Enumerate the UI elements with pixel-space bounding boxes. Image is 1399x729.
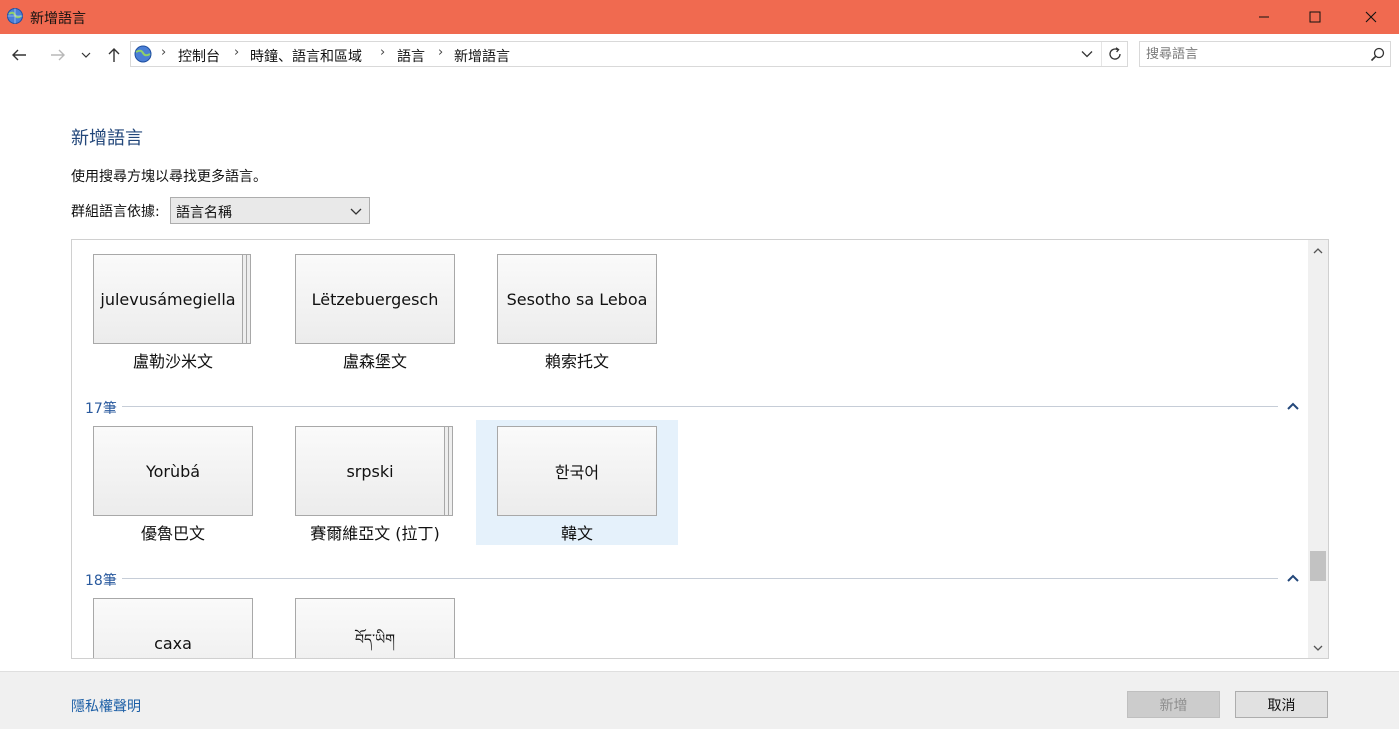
language-caption: 盧勒沙米文	[132, 352, 213, 371]
language-tile-yoruba[interactable]: Yorùbá	[93, 426, 253, 516]
search-box[interactable]	[1139, 41, 1391, 67]
footer-bar: 隱私權聲明 新增 取消	[0, 671, 1399, 729]
title-bar: 新增語言	[0, 0, 1399, 34]
group-divider	[122, 406, 1278, 407]
minimize-button[interactable]	[1241, 0, 1287, 34]
scroll-up-arrow-icon[interactable]	[1308, 240, 1328, 260]
page-title: 新增語言	[71, 128, 143, 149]
language-native-name: Sesotho sa Leboa	[506, 289, 648, 309]
language-caption: 賴索托文	[544, 352, 609, 371]
up-arrow-icon[interactable]	[103, 44, 125, 66]
window-title: 新增語言	[30, 11, 86, 27]
globe-icon	[6, 7, 24, 25]
language-caption: 盧森堡文	[342, 352, 407, 371]
language-native-name: julevusámegiella	[100, 289, 236, 309]
privacy-statement-link[interactable]: 隱私權聲明	[71, 696, 141, 716]
chevron-down-icon	[349, 204, 363, 218]
breadcrumb-control-panel[interactable]: 控制台	[178, 46, 220, 66]
breadcrumb-separator: ›	[234, 45, 240, 60]
language-caption: 優魯巴文	[140, 524, 205, 543]
language-native-name: 한국어	[554, 463, 600, 482]
add-button[interactable]: 新增	[1127, 691, 1220, 718]
search-input[interactable]	[1140, 42, 1362, 66]
group-header[interactable]: 17筆	[85, 398, 117, 418]
back-arrow-icon[interactable]	[8, 44, 30, 66]
language-tile-luli-sami[interactable]: julevusámegiella	[93, 254, 243, 344]
control-panel-globe-icon	[133, 44, 153, 64]
language-tile-sesotho-sa-leboa[interactable]: Sesotho sa Leboa	[497, 254, 657, 344]
breadcrumb-language[interactable]: 語言	[397, 46, 425, 66]
scroll-thumb[interactable]	[1310, 551, 1326, 581]
collapse-chevron-up-icon[interactable]	[1285, 398, 1301, 414]
language-tile-korean[interactable]: 한국어	[497, 426, 657, 516]
breadcrumb-add-language[interactable]: 新增語言	[454, 46, 510, 66]
maximize-button[interactable]	[1292, 0, 1338, 34]
group-by-selected-value: 語言名稱	[176, 205, 232, 221]
scroll-down-arrow-icon[interactable]	[1308, 638, 1328, 658]
close-button[interactable]	[1348, 0, 1394, 34]
breadcrumb-separator: ›	[161, 45, 167, 60]
language-native-name: Yorùbá	[145, 461, 201, 481]
language-caption: 賽爾維亞文 (拉丁)	[310, 524, 440, 543]
forward-arrow-icon[interactable]	[47, 44, 69, 66]
collapse-chevron-up-icon[interactable]	[1285, 570, 1301, 586]
group-divider	[122, 578, 1278, 579]
cancel-button[interactable]: 取消	[1235, 691, 1328, 718]
language-caption: 韓文	[560, 524, 593, 543]
group-by-dropdown[interactable]: 語言名稱	[170, 197, 370, 224]
breadcrumb-separator: ›	[380, 45, 386, 60]
language-tile-caxa[interactable]: caxa	[93, 598, 253, 658]
group-by-label: 群組語言依據:	[71, 204, 160, 220]
navigation-bar: › 控制台 › 時鐘、語言和區域 › 語言 › 新增語言	[0, 34, 1399, 78]
breadcrumb-clock-language-region[interactable]: 時鐘、語言和區域	[250, 46, 362, 66]
language-native-name: srpski	[346, 461, 394, 481]
search-icon[interactable]	[1368, 45, 1386, 63]
page-description: 使用搜尋方塊以尋找更多語言。	[71, 169, 267, 185]
language-native-name: བོད་ཡིག	[354, 632, 396, 648]
language-tile-serbian-latin[interactable]: srpski	[295, 426, 445, 516]
group-header[interactable]: 18筆	[85, 570, 117, 590]
vertical-scrollbar[interactable]	[1308, 240, 1328, 658]
recent-locations-chevron-icon[interactable]	[78, 44, 94, 66]
language-list[interactable]: julevusámegiella 盧勒沙米文 Lëtzebuergesch 盧森…	[71, 239, 1329, 659]
language-native-name: caxa	[154, 633, 192, 653]
address-dropdown-chevron-icon[interactable]	[1077, 43, 1097, 65]
language-native-name: Lëtzebuergesch	[311, 289, 439, 309]
refresh-icon[interactable]	[1101, 42, 1127, 66]
address-bar[interactable]: › 控制台 › 時鐘、語言和區域 › 語言 › 新增語言	[130, 41, 1128, 67]
language-tile-tibetan[interactable]: བོད་ཡིག	[295, 598, 455, 658]
breadcrumb-separator: ›	[438, 45, 444, 60]
language-tile-luxembourgish[interactable]: Lëtzebuergesch	[295, 254, 455, 344]
